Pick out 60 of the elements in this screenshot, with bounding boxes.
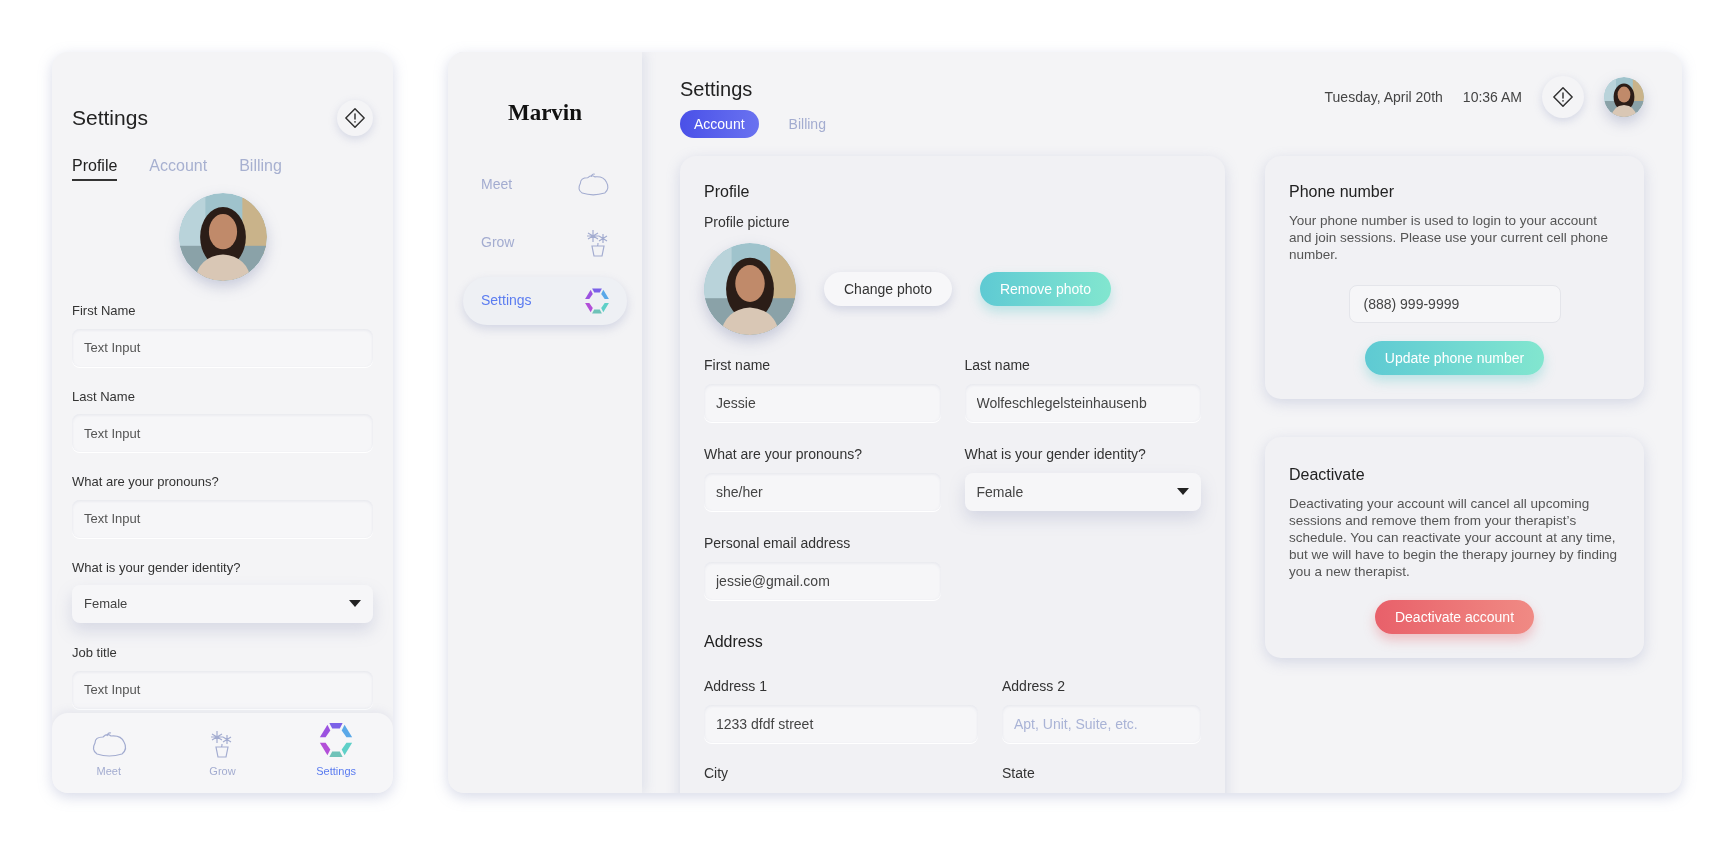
input-field[interactable]: jessie@gmail.com [704,562,941,600]
sidebar-item[interactable]: Grow [463,218,627,267]
logo: Marvin [507,99,583,127]
field-label: What are your pronouns? [72,473,220,491]
description-text: Your phone number is used to login to your account and join sessions. Please use your current cell phone number. [1289,212,1609,263]
caret-icon [1177,488,1189,496]
input-field[interactable]: Wolfeschlegelsteinhausenb [964,384,1201,422]
alert-button[interactable] [1542,76,1584,118]
nav-item[interactable]: Settings [296,720,377,779]
sidebar-item[interactable]: Meet [463,160,627,209]
nav-item[interactable]: Meet [68,730,149,779]
hexagon-ring-icon [583,286,611,315]
input-field[interactable]: Apt, Unit, Suite, etc. [1002,705,1201,743]
tab[interactable]: Billing [239,154,282,181]
section-title: Address [704,632,764,652]
date-text: Tuesday, April 20th [1324,87,1443,107]
field-label: Job title [72,644,118,662]
section-title: Profile [704,182,751,202]
action-button[interactable]: Deactivate account [1374,600,1535,634]
input-field[interactable]: she/her [704,473,941,511]
description-text: Deactivating your account will cancel all upcoming sessions and remove them from your therapist’s schedule. You can reactivate your account at any time, but we will have to begin the therapy journey by finding you a new therapist. [1289,495,1618,580]
input-field[interactable]: Text Input [72,670,373,709]
field-label: Address 1 [704,677,769,696]
field-label: First name [704,356,772,375]
gender-select[interactable]: Female [964,473,1201,511]
field-label: What are your pronouns? [704,445,863,464]
sidebar-item[interactable]: Settings [463,276,627,325]
field-label: Last Name [72,387,136,406]
field-label: City [704,764,730,783]
phone-field[interactable]: (888) 999-9999 [1348,285,1561,323]
alert-button[interactable] [337,100,373,136]
section-title: Phone number [1289,182,1395,202]
input-field[interactable]: 1233 dfdf street [704,705,978,743]
field-label: State [1002,764,1036,783]
page-title: Settings [680,77,754,102]
alert-icon [344,107,366,129]
gender-select[interactable]: Female [72,585,373,623]
tab[interactable]: Profile [72,154,118,181]
blob-icon [575,171,611,198]
field-label: Last name [964,356,1031,375]
input-field[interactable]: Text Input [72,328,373,367]
field-label: What is your gender identity? [964,445,1147,464]
field-label: Personal email address [704,534,852,553]
tab[interactable]: Billing [774,110,840,138]
nav-item[interactable]: Grow [182,728,263,779]
action-button[interactable]: Change photo [824,272,952,306]
alert-icon [1552,86,1574,108]
section-title: Deactivate [1289,465,1366,485]
input-field[interactable]: Text Input [72,414,373,452]
tab[interactable]: Account [149,154,208,181]
page-title: Settings [72,105,148,132]
field-label: Address 2 [1002,677,1067,696]
input-field[interactable]: Jessie [704,384,941,422]
tab[interactable]: Account [680,110,759,138]
time-text: 10:36 AM [1462,87,1522,107]
field-label: What is your gender identity? [72,558,242,577]
field-label: Profile picture [704,213,791,232]
caret-icon [349,600,361,608]
input-field[interactable]: Text Input [72,499,373,538]
field-label: First Name [72,302,137,320]
